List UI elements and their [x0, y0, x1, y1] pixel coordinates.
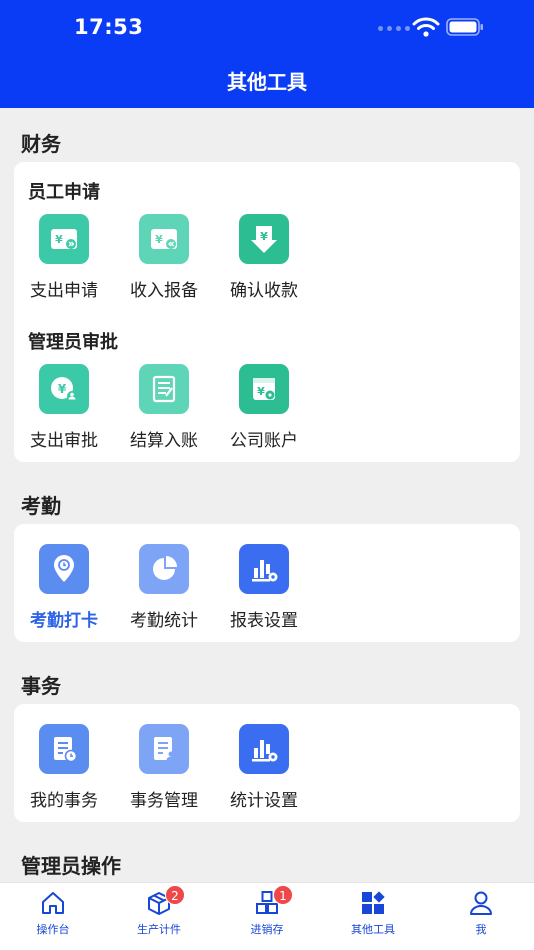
wifi-icon [412, 17, 440, 37]
bar-chart-settings-icon [239, 544, 289, 594]
section-title-finance: 财务 [21, 132, 61, 156]
user-icon [470, 891, 492, 915]
page-title: 其他工具 [227, 70, 307, 94]
home-icon [42, 892, 64, 914]
stats-settings-icon [239, 724, 289, 774]
tool-clock-in[interactable]: 考勤打卡 [14, 544, 114, 631]
status-time: 17:53 [74, 15, 144, 39]
tool-label: 报表设置 [230, 611, 298, 631]
tab-production[interactable]: 2 生产计件 [106, 885, 212, 937]
badge-production: 2 [165, 885, 185, 905]
tool-label: 结算入账 [130, 431, 198, 451]
tool-label: 事务管理 [130, 791, 198, 811]
svg-text:¥: ¥ [260, 230, 268, 243]
badge-inventory: 1 [273, 885, 293, 905]
tab-label: 进销存 [250, 923, 284, 936]
affairs-card: 我的事务 事务管理 统计设置 [14, 704, 520, 822]
section-title-attendance: 考勤 [21, 494, 61, 518]
tab-inventory[interactable]: 1 进销存 [214, 885, 320, 937]
tab-me[interactable]: 我 [428, 889, 534, 937]
tab-label: 操作台 [36, 923, 70, 936]
tool-confirm-receipt[interactable]: ¥ 确认收款 [214, 214, 314, 301]
tool-settlement[interactable]: 结算入账 [114, 364, 214, 451]
tool-affairs-management[interactable]: 事务管理 [114, 724, 214, 811]
confirm-receipt-icon: ¥ [239, 214, 289, 264]
tool-label: 考勤打卡 [30, 611, 98, 631]
svg-text:¥: ¥ [55, 233, 63, 246]
section-title-admin-ops: 管理员操作 [21, 854, 121, 878]
tab-bar: 操作台 2 生产计件 1 进销存 其他工具 我 [0, 882, 534, 950]
finance-card: 员工申请 ¥ 支出申请 ¥ 收入报备 ¥ 确认收款 管理员审批 ¥ 支出审批 结… [14, 162, 520, 462]
apps-icon [362, 891, 385, 914]
settlement-icon [139, 364, 189, 414]
tool-expense-approve[interactable]: ¥ 支出审批 [14, 364, 114, 451]
tool-label: 收入报备 [130, 281, 198, 301]
location-pin-icon [39, 544, 89, 594]
affairs-management-icon [139, 724, 189, 774]
tool-attendance-stats[interactable]: 考勤统计 [114, 544, 214, 631]
group-title-employee-apply: 员工申请 [28, 182, 100, 203]
tool-label: 支出审批 [30, 431, 98, 451]
group-title-admin-approve: 管理员审批 [28, 332, 118, 353]
tool-label: 支出申请 [30, 281, 98, 301]
tab-label: 生产计件 [137, 923, 181, 936]
tool-label: 公司账户 [230, 431, 298, 451]
tool-expense-apply[interactable]: ¥ 支出申请 [14, 214, 114, 301]
tab-label: 其他工具 [351, 923, 395, 936]
tab-console[interactable]: 操作台 [0, 889, 106, 937]
tool-label: 确认收款 [230, 281, 298, 301]
pie-chart-icon [139, 544, 189, 594]
tab-other-tools[interactable]: 其他工具 [320, 889, 426, 937]
section-title-affairs: 事务 [21, 674, 61, 698]
tool-label: 我的事务 [30, 791, 98, 811]
tool-my-affairs[interactable]: 我的事务 [14, 724, 114, 811]
attendance-card: 考勤打卡 考勤统计 报表设置 [14, 524, 520, 642]
expense-approve-icon: ¥ [39, 364, 89, 414]
signal-icon [378, 26, 410, 31]
tool-label: 统计设置 [230, 791, 298, 811]
tab-label: 我 [475, 923, 487, 936]
tool-company-account[interactable]: ¥ 公司账户 [214, 364, 314, 451]
tool-label: 考勤统计 [130, 611, 198, 631]
income-report-icon: ¥ [139, 214, 189, 264]
tool-report-settings[interactable]: 报表设置 [214, 544, 314, 631]
tool-income-report[interactable]: ¥ 收入报备 [114, 214, 214, 301]
tool-stats-settings[interactable]: 统计设置 [214, 724, 314, 811]
header: 17:53 其他工具 [0, 0, 534, 108]
svg-text:¥: ¥ [58, 382, 67, 396]
battery-icon [446, 18, 483, 36]
my-affairs-icon [39, 724, 89, 774]
expense-apply-icon: ¥ [39, 214, 89, 264]
svg-text:¥: ¥ [155, 233, 163, 246]
company-account-icon: ¥ [239, 364, 289, 414]
svg-text:¥: ¥ [257, 385, 265, 398]
